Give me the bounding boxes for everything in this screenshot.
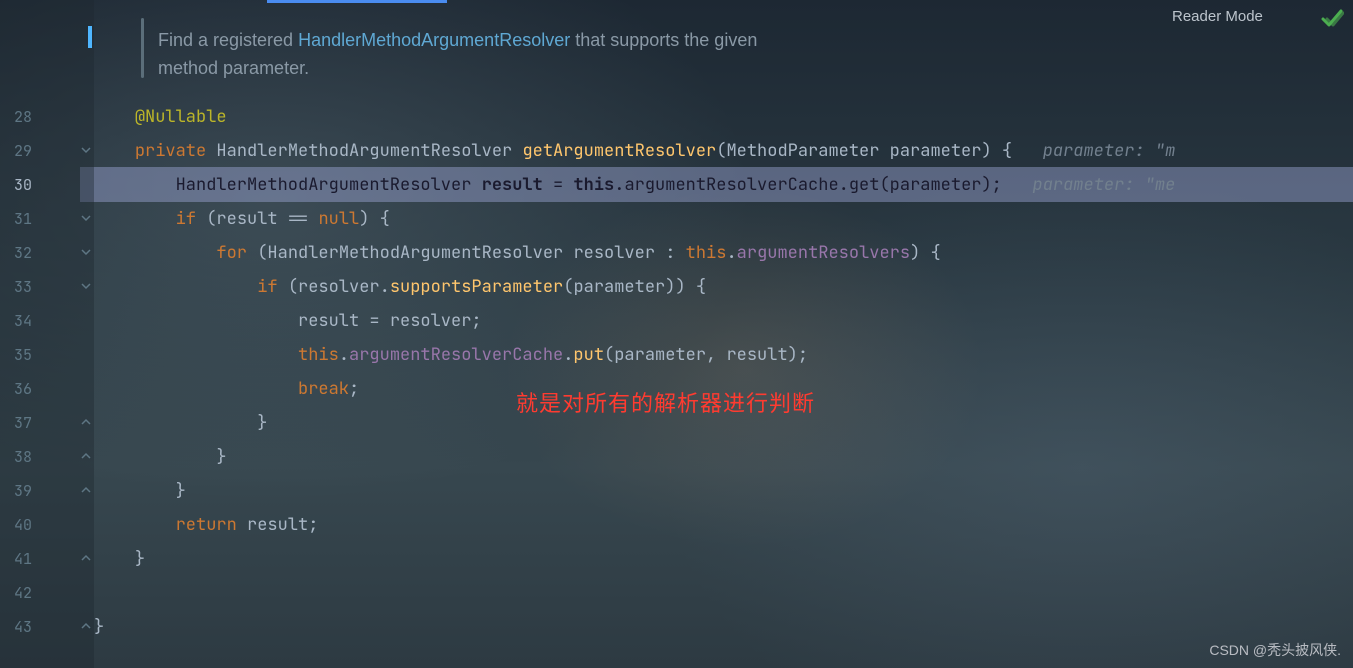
fold-toggle-icon[interactable] — [78, 474, 94, 508]
line-number: 30 — [0, 168, 40, 202]
code-line[interactable]: } — [94, 542, 1353, 576]
reader-mode-label[interactable]: Reader Mode — [1172, 8, 1263, 25]
inspection-ok-icon[interactable] — [1320, 6, 1344, 30]
rendered-javadoc: Find a registered HandlerMethodArgumentR… — [158, 26, 757, 82]
fold-toggle-icon[interactable] — [78, 202, 94, 236]
code-line[interactable]: } — [94, 440, 1353, 474]
line-number: 41 — [0, 542, 40, 576]
line-number: 39 — [0, 474, 40, 508]
line-number: 34 — [0, 304, 40, 338]
inlay-hint: parameter: "me — [1033, 174, 1176, 196]
line-number: 28 — [0, 100, 40, 134]
caret-gutter-mark — [88, 26, 92, 48]
line-number: 29 — [0, 134, 40, 168]
overlay-annotation: 就是对所有的解析器进行判断 — [516, 386, 815, 418]
annotation-token: @Nullable — [135, 106, 227, 128]
code-line[interactable] — [94, 576, 1353, 610]
code-line[interactable]: for (HandlerMethodArgumentResolver resol… — [94, 236, 1353, 270]
fold-toggle-icon[interactable] — [78, 236, 94, 270]
javadoc-text: that supports the given — [570, 30, 757, 50]
line-number: 38 — [0, 440, 40, 474]
code-line[interactable]: } — [94, 474, 1353, 508]
fold-toggle-icon[interactable] — [78, 610, 94, 644]
line-number: 31 — [0, 202, 40, 236]
editor-code-area[interactable]: @Nullable private HandlerMethodArgumentR… — [94, 100, 1353, 644]
inlay-hint: parameter: "m — [1043, 140, 1176, 162]
code-line[interactable]: if (result == null) { — [94, 202, 1353, 236]
line-number: 37 — [0, 406, 40, 440]
line-number: 40 — [0, 508, 40, 542]
fold-toggle-icon[interactable] — [78, 134, 94, 168]
line-number: 32 — [0, 236, 40, 270]
line-number: 36 — [0, 372, 40, 406]
javadoc-text: Find a registered — [158, 30, 298, 50]
code-line-current[interactable]: HandlerMethodArgumentResolver result = t… — [94, 168, 1353, 202]
code-line[interactable]: return result; — [94, 508, 1353, 542]
javadoc-separator — [141, 18, 144, 78]
code-line[interactable]: this.argumentResolverCache.put(parameter… — [94, 338, 1353, 372]
javadoc-type-link[interactable]: HandlerMethodArgumentResolver — [298, 30, 570, 50]
line-number: 43 — [0, 610, 40, 644]
fold-toggle-icon[interactable] — [78, 270, 94, 304]
line-number: 42 — [0, 576, 40, 610]
fold-toggle-icon[interactable] — [78, 440, 94, 474]
code-line[interactable]: @Nullable — [94, 100, 1353, 134]
fold-toggle-icon[interactable] — [78, 542, 94, 576]
fold-toggle-icon[interactable] — [78, 100, 94, 134]
line-number: 33 — [0, 270, 40, 304]
active-tab-indicator — [267, 0, 447, 3]
csdn-watermark: CSDN @秃头披风侠. — [1209, 640, 1341, 660]
code-line[interactable]: } — [94, 610, 1353, 644]
line-number: 35 — [0, 338, 40, 372]
fold-gutter — [78, 100, 94, 644]
editor-gutter[interactable]: 28 29 30 31 32 33 34 35 36 37 38 39 40 4… — [0, 0, 94, 668]
line-numbers: 28 29 30 31 32 33 34 35 36 37 38 39 40 4… — [0, 100, 40, 644]
code-line[interactable]: if (resolver.supportsParameter(parameter… — [94, 270, 1353, 304]
fold-toggle-icon[interactable] — [78, 406, 94, 440]
code-line[interactable]: result = resolver; — [94, 304, 1353, 338]
javadoc-text: method parameter. — [158, 58, 309, 78]
code-line[interactable]: private HandlerMethodArgumentResolver ge… — [94, 134, 1353, 168]
